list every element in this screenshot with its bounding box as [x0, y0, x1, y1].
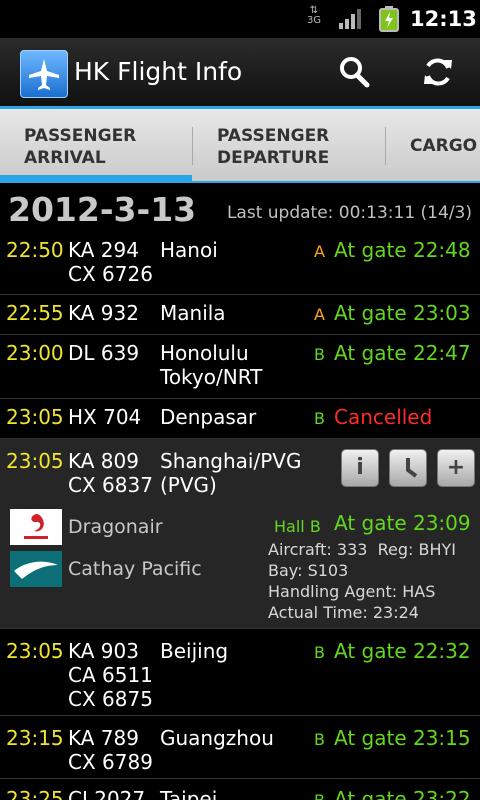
aircraft-detail: Aircraft: 333 Reg: BHYI	[268, 540, 456, 559]
flight-time: 23:05	[6, 639, 64, 663]
flight-status: At gate 23:22	[334, 787, 471, 800]
tab-label: PASSENGER DEPARTURE	[217, 126, 330, 168]
flight-numbers: KA 294 CX 6726	[68, 238, 153, 286]
flight-status: At gate 23:09	[334, 511, 471, 535]
date-label: 2012-3-13	[8, 190, 197, 229]
flight-status: At gate 23:03	[334, 301, 471, 325]
flight-status: At gate 22:48	[334, 238, 471, 262]
tab-bar: PASSENGER ARRIVAL PASSENGER DEPARTURE CA…	[0, 109, 480, 183]
flight-status: Cancelled	[334, 405, 433, 429]
airline-name: Cathay Pacific	[68, 558, 202, 580]
clock-button[interactable]	[389, 449, 427, 487]
flight-numbers: DL 639	[68, 341, 140, 365]
add-button[interactable]: +	[437, 449, 475, 487]
flight-status: At gate 22:47	[334, 341, 471, 365]
clock-time: 12:13	[410, 7, 477, 31]
flight-origin: Honolulu Tokyo/NRT	[160, 341, 263, 389]
flight-origin: Taipei	[160, 787, 218, 800]
flight-numbers: HX 704	[68, 405, 142, 429]
flight-row[interactable]: 23:25 CI 2027 Taipei B At gate 23:22	[0, 779, 480, 800]
flight-time: 22:50	[6, 238, 64, 262]
flight-numbers: KA 809 CX 6837	[68, 449, 153, 497]
flight-time: 23:15	[6, 726, 64, 750]
network-3g-icon: ⇅ 3G	[306, 5, 322, 26]
bay-detail: Bay: S103	[268, 561, 349, 580]
hall-label: B	[314, 789, 325, 800]
refresh-icon[interactable]	[420, 54, 456, 90]
info-button[interactable]: i	[341, 449, 379, 487]
hall-label: B	[314, 345, 325, 364]
flight-row[interactable]: 23:05 HX 704 Denpasar B Cancelled	[0, 399, 480, 439]
hall-label: B	[314, 409, 325, 428]
flight-row[interactable]: 22:55 KA 932 Manila A At gate 23:03	[0, 295, 480, 335]
flight-time: 23:25	[6, 787, 64, 800]
battery-charging-icon	[379, 6, 399, 32]
app-logo-airplane-icon	[20, 50, 68, 98]
tab-cargo[interactable]: CARGO	[386, 109, 480, 183]
handling-agent-detail: Handling Agent: HAS	[268, 582, 436, 601]
dragonair-logo	[10, 509, 62, 545]
search-icon[interactable]	[336, 54, 372, 90]
clock-icon	[406, 458, 418, 478]
flight-time: 22:55	[6, 301, 64, 325]
hall-label: B	[314, 643, 325, 662]
flight-numbers: KA 789 CX 6789	[68, 726, 153, 774]
flight-status: At gate 22:32	[334, 639, 471, 663]
hall-label: A	[314, 305, 325, 324]
flight-origin: Guangzhou	[160, 726, 274, 750]
tab-label: CARGO	[410, 136, 478, 156]
signal-icon	[339, 9, 361, 29]
flight-time: 23:00	[6, 341, 64, 365]
flight-row[interactable]: 22:50 KA 294 CX 6726 Hanoi A At gate 22:…	[0, 232, 480, 295]
flight-numbers: KA 932	[68, 301, 139, 325]
flight-origin: Hanoi	[160, 238, 218, 262]
flight-numbers: CI 2027	[68, 787, 146, 800]
app-title: HK Flight Info	[74, 57, 243, 86]
flight-origin: Beijing	[160, 639, 229, 663]
flight-row[interactable]: 23:00 DL 639 Honolulu Tokyo/NRT B At gat…	[0, 335, 480, 399]
flight-row[interactable]: 23:15 KA 789 CX 6789 Guangzhou B At gate…	[0, 716, 480, 779]
flight-row-expanded[interactable]: 23:05 KA 809 CX 6837 Shanghai/PVG (PVG) …	[0, 439, 480, 629]
flight-status: At gate 23:15	[334, 726, 471, 750]
flight-origin: Shanghai/PVG (PVG)	[160, 449, 302, 497]
hall-label: A	[314, 242, 325, 261]
flight-numbers: KA 903 CA 6511 CX 6875	[68, 639, 153, 711]
cathay-pacific-logo	[10, 551, 62, 587]
flight-origin: Manila	[160, 301, 226, 325]
flight-time: 23:05	[6, 449, 64, 473]
tab-label: PASSENGER ARRIVAL	[24, 126, 137, 168]
flight-row[interactable]: 23:05 KA 903 CA 6511 CX 6875 Beijing B A…	[0, 629, 480, 716]
flight-time: 23:05	[6, 405, 64, 429]
tab-passenger-arrival[interactable]: PASSENGER ARRIVAL	[0, 109, 192, 183]
actual-time-detail: Actual Time: 23:24	[268, 603, 419, 622]
status-bar: ⇅ 3G 12:13	[0, 0, 480, 38]
last-update-label: Last update: 00:13:11 (14/3)	[226, 203, 472, 223]
hall-label: Hall B	[274, 517, 321, 536]
hall-label: B	[314, 730, 325, 749]
flight-origin: Denpasar	[160, 405, 257, 429]
date-header: 2012-3-13 Last update: 00:13:11 (14/3)	[0, 184, 480, 232]
action-bar: HK Flight Info	[0, 38, 480, 106]
tab-passenger-departure[interactable]: PASSENGER DEPARTURE	[193, 109, 385, 183]
airline-name: Dragonair	[68, 516, 163, 538]
tab-bar-bottom-line	[0, 181, 480, 183]
